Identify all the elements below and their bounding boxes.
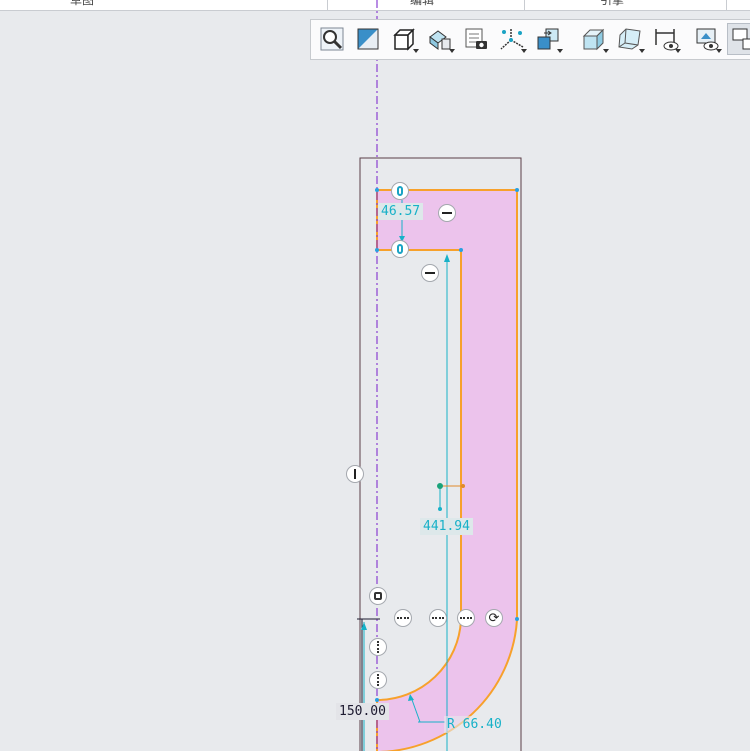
vertex-point[interactable] — [459, 248, 463, 252]
window-layout-icon — [732, 28, 750, 50]
dimension-lower-width[interactable]: 150.00 — [336, 703, 389, 720]
horizontal-constraint-icon[interactable] — [421, 264, 439, 282]
chevron-down-icon — [603, 49, 609, 53]
drag-handle-pin[interactable] — [391, 182, 409, 200]
transform-button[interactable] — [532, 23, 564, 55]
solid-box-button[interactable] — [578, 23, 610, 55]
chevron-down-icon — [557, 49, 563, 53]
dimension-arrow — [444, 254, 450, 262]
vertical-collinear-icon[interactable] — [369, 671, 387, 689]
sketch-plane-button[interactable] — [352, 23, 384, 55]
display-filter-button[interactable] — [691, 23, 723, 55]
chevron-down-icon — [449, 49, 455, 53]
coincident-constraint-icon[interactable] — [369, 587, 387, 605]
center-point[interactable] — [437, 483, 443, 489]
transparent-box-button[interactable] — [614, 23, 646, 55]
snapshot-button[interactable] — [460, 23, 492, 55]
chevron-down-icon — [413, 49, 419, 53]
dimension-top-width[interactable]: 46.57 — [378, 203, 424, 220]
render-style-button[interactable] — [424, 23, 456, 55]
sketch-plane-icon — [357, 28, 379, 50]
collinear-constraint-icon[interactable] — [429, 609, 447, 627]
vertical-constraint-icon[interactable] — [346, 465, 364, 483]
tangent-constraint-icon[interactable] — [485, 609, 503, 627]
center-point[interactable] — [438, 507, 442, 511]
vertex-point[interactable] — [515, 188, 519, 192]
vertex-point[interactable] — [515, 617, 519, 621]
center-point[interactable] — [461, 484, 465, 488]
collinear-constraint-icon[interactable] — [394, 609, 412, 627]
view-orientation-button[interactable] — [388, 23, 420, 55]
drag-handle-pin[interactable] — [391, 240, 409, 258]
view-toolbar — [310, 19, 750, 60]
chevron-down-icon — [716, 49, 722, 53]
vertex-point[interactable] — [375, 188, 379, 192]
horizontal-constraint-icon[interactable] — [438, 204, 456, 222]
vertical-collinear-icon[interactable] — [369, 638, 387, 656]
chevron-down-icon — [521, 49, 527, 53]
zoom-icon — [320, 27, 344, 51]
zoom-button[interactable] — [316, 23, 348, 55]
dimension-radius[interactable]: R 66.40 — [444, 716, 505, 733]
window-layout-button[interactable] — [727, 23, 750, 55]
coordinate-axes-button[interactable] — [496, 23, 528, 55]
chevron-down-icon — [639, 49, 645, 53]
collinear-constraint-icon[interactable] — [457, 609, 475, 627]
dimension-inner-height[interactable]: 441.94 — [420, 518, 473, 535]
vertex-point[interactable] — [375, 698, 379, 702]
dimension-visibility-button[interactable] — [650, 23, 682, 55]
snapshot-icon — [465, 28, 487, 49]
vertex-point[interactable] — [375, 248, 379, 252]
chevron-down-icon — [675, 49, 681, 53]
